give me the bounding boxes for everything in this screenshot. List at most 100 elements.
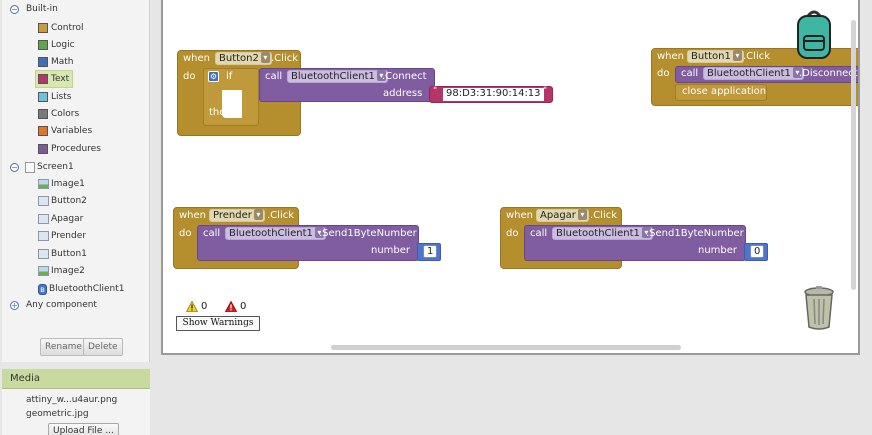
tree-any-component-label: Any component — [26, 300, 97, 310]
component-dropdown[interactable]: Apagar — [536, 209, 589, 222]
drawer-text[interactable]: Text — [34, 70, 74, 88]
blocks-panel: − Built-in Control Logic Math Text Lists… — [0, 0, 152, 435]
tree-builtin[interactable]: − Built-in — [10, 1, 58, 17]
quote-open-icon: " — [433, 86, 438, 96]
param-label: number — [698, 245, 738, 256]
media-file[interactable]: attiny_w...u4aur.png — [26, 395, 117, 405]
show-warnings-button[interactable]: Show Warnings — [176, 316, 260, 331]
component-image1[interactable]: Image1 — [38, 176, 85, 192]
horizontal-scrollbar[interactable] — [331, 345, 681, 350]
vertical-scrollbar[interactable] — [851, 20, 856, 290]
when-label: when — [179, 210, 207, 221]
variables-color-icon — [38, 126, 48, 136]
button-icon — [38, 196, 49, 206]
drawer-label: Logic — [51, 40, 75, 50]
target-dropdown[interactable]: BluetoothClient1 — [703, 67, 804, 80]
drawer-label: Text — [51, 74, 70, 84]
error-count: 0 — [240, 301, 247, 312]
collapse-icon[interactable]: − — [10, 162, 19, 172]
component-label: Image1 — [51, 179, 85, 189]
component-label: Prender — [51, 231, 86, 241]
drawer-label: Lists — [51, 92, 72, 102]
drawer-label: Colors — [51, 109, 80, 119]
call-label: call — [530, 228, 548, 239]
drawer-logic[interactable]: Logic — [38, 37, 75, 53]
blocks-workspace[interactable]: when Button2 .Click do ⚙ if then call Bl… — [161, 0, 860, 355]
tree-any-component[interactable]: + Any component — [10, 297, 97, 313]
event-label: .Click — [267, 210, 295, 221]
drawer-label: Procedures — [51, 144, 101, 154]
tree-builtin-label: Built-in — [26, 4, 58, 14]
procedures-color-icon — [38, 144, 48, 154]
drawer-control[interactable]: Control — [38, 20, 84, 36]
close-application-label: close application — [682, 86, 767, 97]
address-text-field[interactable]: 98:D3:31:90:14:13 — [443, 88, 544, 101]
trash-icon[interactable] — [803, 286, 835, 330]
bluetooth-icon: ʙ — [38, 283, 47, 295]
drawer-math[interactable]: Math — [38, 54, 74, 70]
drawer-colors[interactable]: Colors — [38, 106, 79, 122]
component-label: Image2 — [51, 266, 85, 276]
component-label: Button2 — [51, 196, 87, 206]
number-field[interactable]: 1 — [423, 245, 438, 258]
drawer-procedures[interactable]: Procedures — [38, 141, 101, 157]
component-button1[interactable]: Button1 — [38, 246, 87, 262]
call-label: call — [203, 228, 221, 239]
tree-screen1[interactable]: − Screen1 — [10, 159, 74, 175]
component-button2[interactable]: Button2 — [38, 193, 87, 209]
component-prender[interactable]: Prender — [38, 228, 86, 244]
upload-file-button[interactable]: Upload File ... — [48, 423, 119, 435]
drawer-label: Control — [51, 23, 84, 33]
screen-icon — [25, 161, 35, 173]
logic-color-icon — [38, 40, 48, 50]
text-color-icon — [38, 74, 48, 84]
math-color-icon — [38, 57, 48, 67]
drawer-variables[interactable]: Variables — [38, 123, 92, 139]
button-icon — [38, 249, 49, 259]
when-label: when — [183, 53, 211, 64]
event-label: .Click — [590, 210, 618, 221]
tree-screen-label: Screen1 — [37, 162, 74, 172]
method-label: .Send1ByteNumber — [319, 228, 417, 239]
target-dropdown[interactable]: BluetoothClient1 — [552, 227, 653, 240]
component-dropdown[interactable]: Button1 — [687, 50, 744, 63]
page-gutter — [860, 0, 872, 435]
when-label: when — [506, 210, 534, 221]
mutator-gear-icon[interactable]: ⚙ — [208, 71, 219, 82]
control-color-icon — [38, 23, 48, 33]
do-label: do — [183, 71, 196, 82]
expand-icon[interactable]: + — [10, 300, 19, 310]
component-dropdown[interactable]: Button2 — [215, 52, 272, 65]
event-label: .Click — [743, 51, 771, 62]
do-label: do — [179, 228, 192, 239]
backpack-icon[interactable] — [795, 10, 833, 60]
then-socket — [222, 90, 242, 118]
do-label: do — [657, 68, 670, 79]
drawer-label: Variables — [51, 126, 93, 136]
when-label: when — [657, 51, 685, 62]
button-icon — [38, 214, 49, 224]
image-icon — [38, 179, 49, 189]
call-label: call — [265, 71, 283, 82]
component-image2[interactable]: Image2 — [38, 263, 85, 279]
target-dropdown[interactable]: BluetoothClient1 — [225, 227, 326, 240]
rename-button[interactable]: Rename — [40, 338, 87, 356]
delete-button[interactable]: Delete — [83, 338, 123, 356]
media-file[interactable]: geometric.jpg — [26, 409, 89, 419]
component-bluetoothclient1[interactable]: ʙ BluetoothClient1 — [38, 281, 124, 297]
quote-close-icon: " — [543, 86, 548, 96]
media-panel: attiny_w...u4aur.png geometric.jpg Uploa… — [2, 389, 150, 435]
component-apagar[interactable]: Apagar — [38, 211, 83, 227]
blocks-tree: − Built-in Control Logic Math Text Lists… — [2, 0, 150, 362]
collapse-icon[interactable]: − — [10, 4, 19, 14]
component-dropdown[interactable]: Prender — [209, 209, 265, 222]
component-label: Apagar — [51, 214, 84, 224]
warning-count: 0 — [201, 301, 208, 312]
image-icon — [38, 266, 49, 276]
drawer-lists[interactable]: Lists — [38, 89, 71, 105]
target-dropdown[interactable]: BluetoothClient1 — [287, 70, 388, 83]
warning-triangle-icon — [186, 301, 198, 312]
warning-indicator: 0 — [186, 301, 207, 312]
number-field[interactable]: 0 — [750, 245, 765, 258]
event-label: .Click — [271, 53, 299, 64]
